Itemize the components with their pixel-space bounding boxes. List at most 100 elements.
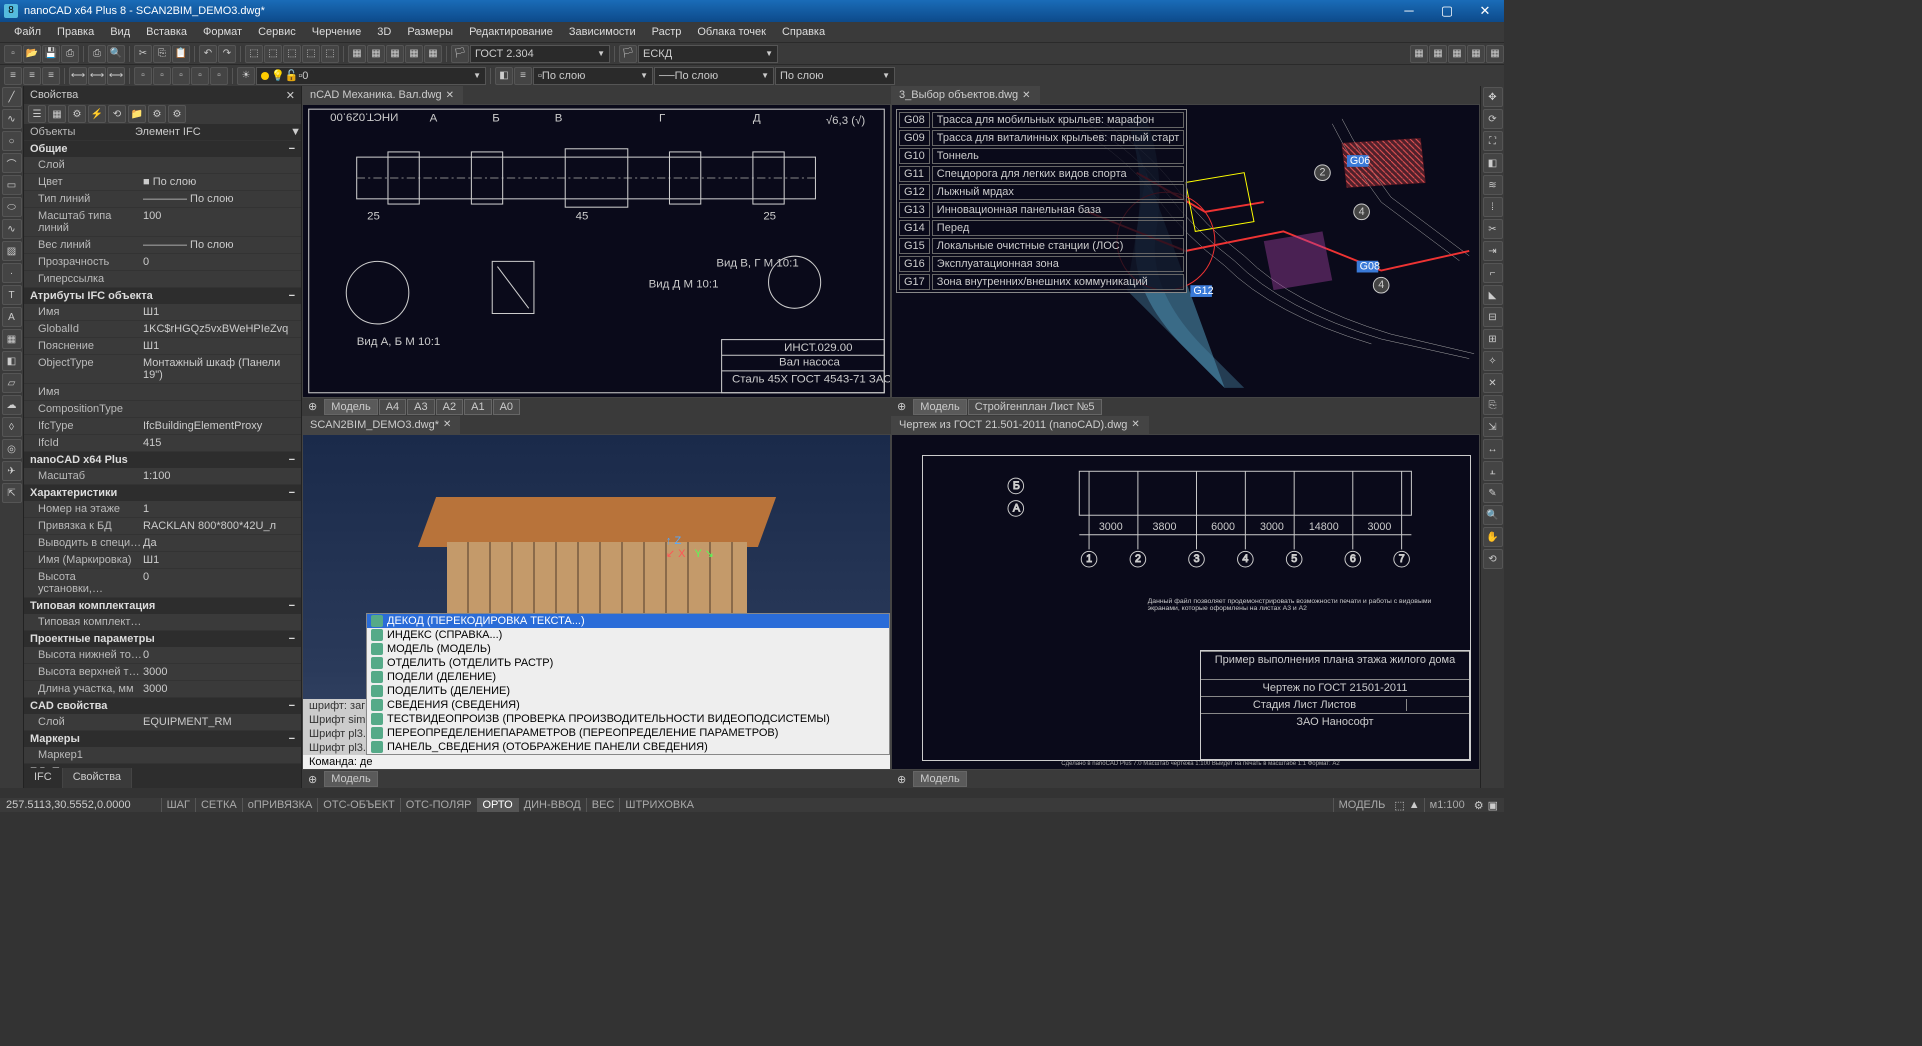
lengthen-tool-icon[interactable]: ↔ bbox=[1483, 439, 1503, 459]
spline-tool-icon[interactable]: ∿ bbox=[2, 219, 22, 239]
layout-tab[interactable]: Модель bbox=[324, 771, 377, 787]
viewport-3d[interactable]: ↑ Z ↙ X Y ↘ ДЕКОД (ПЕРЕКОДИРОВКА ТЕКСТА.… bbox=[302, 434, 891, 770]
copy-icon[interactable]: ⎘ bbox=[153, 45, 171, 63]
tab-close-icon[interactable]: ✕ bbox=[443, 419, 451, 430]
line-tool-icon[interactable]: ╱ bbox=[2, 87, 22, 107]
prop-tool-c-icon[interactable]: ⚙ bbox=[68, 105, 86, 123]
preview-icon[interactable]: 🔍 bbox=[107, 45, 125, 63]
minimize-button[interactable]: ─ bbox=[1390, 0, 1428, 22]
window-tile-icon[interactable]: ▦ bbox=[1410, 45, 1428, 63]
menu-правка[interactable]: Правка bbox=[49, 24, 102, 40]
prop-section-header[interactable]: nanoCAD x64 Plus− bbox=[24, 452, 301, 468]
autocomplete-item[interactable]: ДЕКОД (ПЕРЕКОДИРОВКА ТЕКСТА...) bbox=[367, 614, 889, 628]
model-space-toggle[interactable]: МОДЕЛЬ bbox=[1333, 798, 1391, 812]
block-d-icon[interactable]: ▫ bbox=[191, 67, 209, 85]
new-icon[interactable]: ▫ bbox=[4, 45, 22, 63]
boundary-tool-icon[interactable]: ▱ bbox=[2, 373, 22, 393]
layout-tab[interactable]: A3 bbox=[407, 399, 434, 415]
paste-icon[interactable]: 📋 bbox=[172, 45, 190, 63]
prop-section-header[interactable]: Маркеры− bbox=[24, 731, 301, 747]
prop-section-header[interactable]: Атрибуты IFC объекта− bbox=[24, 288, 301, 304]
tool-j-icon[interactable]: ▦ bbox=[424, 45, 442, 63]
prop-tool-b-icon[interactable]: ▦ bbox=[48, 105, 66, 123]
command-input[interactable]: Команда: де bbox=[303, 755, 890, 769]
window-arrange-icon[interactable]: ▦ bbox=[1448, 45, 1466, 63]
command-autocomplete[interactable]: ДЕКОД (ПЕРЕКОДИРОВКА ТЕКСТА...)ИНДЕКС (С… bbox=[366, 613, 890, 755]
gost-combo[interactable]: ГОСТ 2.304▼ bbox=[470, 45, 610, 63]
tool-b-icon[interactable]: ⬚ bbox=[264, 45, 282, 63]
cut-icon[interactable]: ✂ bbox=[134, 45, 152, 63]
prop-section-header[interactable]: Характеристики− bbox=[24, 485, 301, 501]
tool-c-icon[interactable]: ⬚ bbox=[283, 45, 301, 63]
prop-row[interactable]: ПояснениеШ1 bbox=[24, 338, 301, 355]
tool-f-icon[interactable]: ▦ bbox=[348, 45, 366, 63]
prop-row[interactable]: Масштаб1:100 bbox=[24, 468, 301, 485]
status-toggle-ОТС-ПОЛЯР[interactable]: ОТС-ПОЛЯР bbox=[400, 798, 477, 812]
ltype-icon[interactable]: ≡ bbox=[514, 67, 532, 85]
ucs-icon[interactable]: ⊕ bbox=[897, 400, 906, 413]
tool-d-icon[interactable]: ⬚ bbox=[302, 45, 320, 63]
menu-облака точек[interactable]: Облака точек bbox=[689, 24, 774, 40]
autocomplete-item[interactable]: МОДЕЛЬ (МОДЕЛЬ) bbox=[367, 642, 889, 656]
prop-row[interactable]: СлойEQUIPMENT_RM bbox=[24, 714, 301, 731]
prop-row[interactable]: Высота нижней то…0 bbox=[24, 647, 301, 664]
circle-tool-icon[interactable]: ○ bbox=[2, 131, 22, 151]
prop-section-header[interactable]: Общие− bbox=[24, 141, 301, 157]
prop-row[interactable]: Тип линий———— По слою bbox=[24, 191, 301, 208]
menu-зависимости[interactable]: Зависимости bbox=[561, 24, 644, 40]
prop-row[interactable]: IfcTypeIfcBuildingElementProxy bbox=[24, 418, 301, 435]
status-toggle-ОТС-ОБЪЕКТ[interactable]: ОТС-ОБЪЕКТ bbox=[317, 798, 399, 812]
nav-tool-icon[interactable]: ✈ bbox=[2, 461, 22, 481]
autocomplete-item[interactable]: ИНДЕКС (СПРАВКА...) bbox=[367, 628, 889, 642]
mirror-tool-icon[interactable]: ◧ bbox=[1483, 153, 1503, 173]
status-gear-icon[interactable]: ⚙ bbox=[1474, 799, 1484, 812]
prop-section-header[interactable]: Проектные параметры− bbox=[24, 631, 301, 647]
layer-icon[interactable]: ≡ bbox=[4, 67, 22, 85]
prop-row[interactable]: ObjectTypeМонтажный шкаф (Панели 19") bbox=[24, 355, 301, 384]
prop-tool-h-icon[interactable]: ⚙ bbox=[168, 105, 186, 123]
autocomplete-item[interactable]: ПЕРЕОПРЕДЕЛЕНИЕПАРАМЕТРОВ (ПЕРЕОПРЕДЕЛЕН… bbox=[367, 726, 889, 740]
prop-tool-f-icon[interactable]: 📁 bbox=[128, 105, 146, 123]
prop-section-header[interactable]: Типовая комплектация− bbox=[24, 598, 301, 614]
layout-tab[interactable]: Стройгенплан Лист №5 bbox=[968, 399, 1102, 415]
view-tab-gost[interactable]: Чертеж из ГОСТ 21.501-2011 (nanoCAD).dwg… bbox=[891, 416, 1149, 434]
text-tool-icon[interactable]: T bbox=[2, 285, 22, 305]
eskd-combo[interactable]: ЕСКД▼ bbox=[638, 45, 778, 63]
explode-tool-icon[interactable]: ✧ bbox=[1483, 351, 1503, 371]
arc-tool-icon[interactable]: ⌒ bbox=[2, 153, 22, 173]
tab-ifc[interactable]: IFC bbox=[24, 768, 63, 788]
annotation-icon[interactable]: ▲ bbox=[1409, 799, 1420, 811]
layout-tab[interactable]: A2 bbox=[436, 399, 463, 415]
autocomplete-item[interactable]: ТЕСТВИДЕОПРОИЗВ (ПРОВЕРКА ПРОИЗВОДИТЕЛЬН… bbox=[367, 712, 889, 726]
ellipse-tool-icon[interactable]: ⬭ bbox=[2, 197, 22, 217]
ucs-icon[interactable]: ⊕ bbox=[308, 400, 317, 413]
prop-row[interactable]: Имя (Маркировка)Ш1 bbox=[24, 552, 301, 569]
prop-row[interactable]: CompositionType bbox=[24, 401, 301, 418]
autocomplete-item[interactable]: ПОДЕЛИ (ДЕЛЕНИЕ) bbox=[367, 670, 889, 684]
layer-state-icon[interactable]: ☀ bbox=[237, 67, 255, 85]
break-tool-icon[interactable]: ⊟ bbox=[1483, 307, 1503, 327]
autocomplete-item[interactable]: ПАНЕЛЬ_СВЕДЕНИЯ (ОТОБРАЖЕНИЕ ПАНЕЛИ СВЕД… bbox=[367, 740, 889, 754]
layout-tab[interactable]: Модель bbox=[913, 399, 966, 415]
prop-row[interactable]: Номер на этаже1 bbox=[24, 501, 301, 518]
layout-tab[interactable]: Модель bbox=[913, 771, 966, 787]
trim-tool-icon[interactable]: ✂ bbox=[1483, 219, 1503, 239]
block-a-icon[interactable]: ▫ bbox=[134, 67, 152, 85]
prop-row[interactable]: Выводить в специ…Да bbox=[24, 535, 301, 552]
ucs-icon[interactable]: ⊕ bbox=[897, 773, 906, 786]
window-split-icon[interactable]: ▦ bbox=[1467, 45, 1485, 63]
status-toggle-оПРИВЯЗКА[interactable]: оПРИВЯЗКА bbox=[242, 798, 318, 812]
menu-3d[interactable]: 3D bbox=[369, 24, 399, 40]
status-toggle-СЕТКА[interactable]: СЕТКА bbox=[195, 798, 242, 812]
layout-tab[interactable]: A0 bbox=[493, 399, 520, 415]
layer-c-icon[interactable]: ≡ bbox=[42, 67, 60, 85]
prop-row[interactable]: GlobalId1KC$rHGQz5vxBWeHPIeZvq bbox=[24, 321, 301, 338]
prop-row[interactable]: Масштаб типа линий100 bbox=[24, 208, 301, 237]
layout-tab[interactable]: Модель bbox=[324, 399, 377, 415]
menu-черчение[interactable]: Черчение bbox=[304, 24, 370, 40]
rotate-tool-icon[interactable]: ⟳ bbox=[1483, 109, 1503, 129]
coordinates[interactable]: 257.5113,30.5552,0.0000 bbox=[6, 799, 131, 811]
prop-row[interactable]: Маркер1 bbox=[24, 747, 301, 764]
menu-сервис[interactable]: Сервис bbox=[250, 24, 304, 40]
properties-close-icon[interactable]: ✕ bbox=[286, 89, 295, 102]
